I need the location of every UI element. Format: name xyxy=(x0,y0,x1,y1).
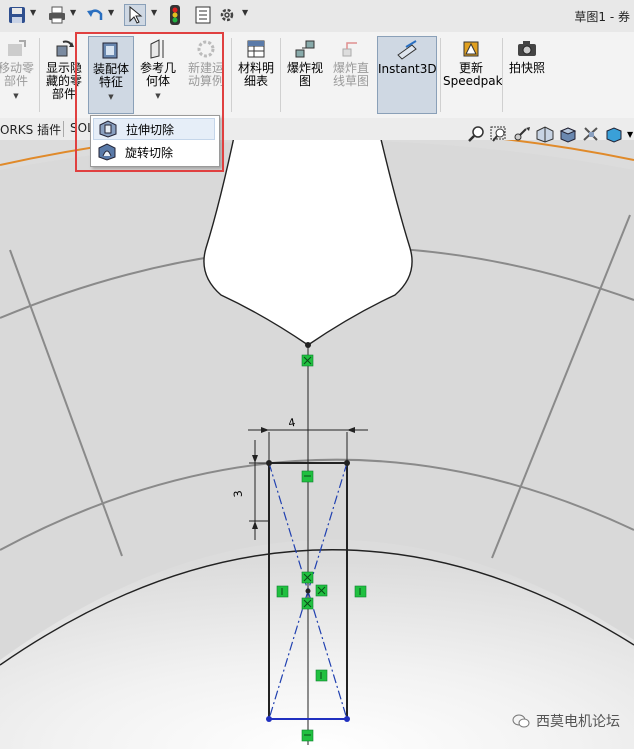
zoom-to-area-icon[interactable] xyxy=(489,125,509,143)
watermark: 西莫电机论坛 xyxy=(512,711,620,731)
options-gear-icon[interactable] xyxy=(216,4,238,26)
instant3d-label: Instant3D xyxy=(378,62,437,76)
exploded-view-icon xyxy=(294,38,316,60)
view-orientation-icon[interactable] xyxy=(558,125,578,143)
print-dropdown-icon[interactable]: ▼ xyxy=(70,8,76,17)
dim-height[interactable]: 3 xyxy=(231,490,245,498)
watermark-text: 西莫电机论坛 xyxy=(536,714,620,730)
save-icon[interactable] xyxy=(6,4,28,26)
bom-label: 材料明 细表 xyxy=(237,61,274,88)
tab-addins[interactable]: ORKS 插件 xyxy=(0,121,61,138)
move-component-icon xyxy=(5,38,27,60)
camera-icon xyxy=(516,38,538,60)
update-speedpak-label: 更新 Speedpak xyxy=(443,61,503,88)
speedpak-icon xyxy=(460,38,482,60)
heads-up-view-toolbar: ▼ xyxy=(466,124,633,144)
instant3d-icon xyxy=(396,39,418,61)
hide-show-items-icon[interactable] xyxy=(604,125,624,143)
bill-of-materials-button[interactable]: 材料明 细表 xyxy=(234,36,278,114)
explode-line-sketch-button[interactable]: 爆炸直 线草图 xyxy=(329,36,373,114)
rebuild-traffic-light-icon[interactable] xyxy=(164,4,186,26)
wechat-icon xyxy=(512,714,530,728)
bom-table-icon xyxy=(245,38,267,60)
show-hidden-icon xyxy=(53,38,75,60)
options-dropdown-icon[interactable]: ▼ xyxy=(242,8,248,17)
select-icon[interactable] xyxy=(124,4,146,26)
zoom-to-fit-icon[interactable] xyxy=(466,125,486,143)
highlight-box xyxy=(75,32,224,172)
save-dropdown-icon[interactable]: ▼ xyxy=(30,8,36,17)
exploded-view-button[interactable]: 爆炸视 图 xyxy=(283,36,327,114)
print-icon[interactable] xyxy=(46,4,68,26)
file-properties-icon[interactable] xyxy=(192,4,214,26)
undo-dropdown-icon[interactable]: ▼ xyxy=(108,8,114,17)
chevron-down-icon[interactable]: ▼ xyxy=(0,90,38,103)
instant3d-button[interactable]: Instant3D xyxy=(377,36,437,114)
exploded-view-label: 爆炸视 图 xyxy=(286,61,323,88)
previous-view-icon[interactable] xyxy=(512,125,532,143)
take-snapshot-button[interactable]: 拍快照 xyxy=(505,36,549,114)
update-speedpak-button[interactable]: 更新 Speedpak xyxy=(443,36,503,114)
explode-line-sketch-label: 爆炸直 线草图 xyxy=(332,61,369,88)
section-view-icon[interactable] xyxy=(535,125,555,143)
graphics-canvas[interactable]: 4 3 xyxy=(0,118,634,749)
move-component-label: 移动零 部件 xyxy=(0,61,34,88)
quick-access-toolbar: ▼ ▼ ▼ ▼ ▼ 草图1 - 券 xyxy=(0,0,634,33)
more-view-tools-icon[interactable]: ▼ xyxy=(627,130,633,139)
undo-icon[interactable] xyxy=(84,4,106,26)
display-style-icon[interactable] xyxy=(581,125,601,143)
move-component-button[interactable]: 移动零 部件 ▼ xyxy=(0,36,38,114)
document-title: 草图1 - 券 xyxy=(574,10,630,24)
explode-line-icon xyxy=(340,38,362,60)
snapshot-label: 拍快照 xyxy=(508,61,545,75)
select-dropdown-icon[interactable]: ▼ xyxy=(151,8,157,17)
